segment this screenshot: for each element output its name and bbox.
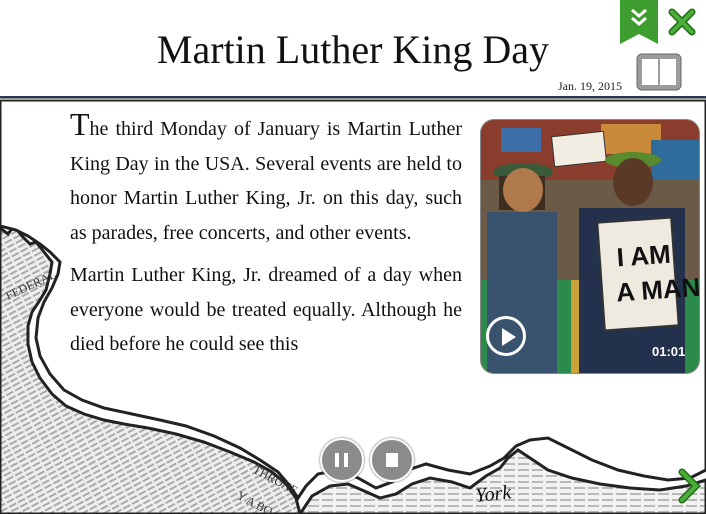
book-view-button[interactable] bbox=[636, 53, 682, 91]
pause-bar bbox=[344, 453, 348, 467]
close-icon bbox=[668, 8, 696, 36]
play-icon bbox=[502, 328, 516, 346]
article-date: Jan. 19, 2015 bbox=[558, 79, 622, 93]
header-divider-thin bbox=[0, 99, 706, 100]
pause-button[interactable] bbox=[320, 438, 364, 482]
pause-bar bbox=[335, 453, 339, 467]
video-duration: 01:01 bbox=[652, 344, 686, 359]
drop-cap: T bbox=[70, 106, 90, 142]
paragraph-text: he third Monday of January is Martin Lut… bbox=[70, 118, 462, 244]
stop-button[interactable] bbox=[370, 438, 414, 482]
chevron-right-icon bbox=[678, 468, 701, 504]
page-title: Martin Luther King Day bbox=[156, 27, 550, 72]
article-body: The third Monday of January is Martin Lu… bbox=[70, 108, 462, 370]
header: Martin Luther King Day Jan. 19, 2015 bbox=[0, 0, 706, 100]
next-page-button[interactable] bbox=[676, 464, 702, 508]
double-chevron-down-icon bbox=[620, 0, 658, 44]
play-button[interactable] bbox=[486, 316, 526, 356]
svg-text:I AM: I AM bbox=[616, 239, 672, 273]
paragraph: Martin Luther King, Jr. dreamed of a day… bbox=[70, 264, 462, 355]
paragraph: The third Monday of January is Martin Lu… bbox=[70, 108, 462, 250]
header-divider bbox=[0, 96, 706, 98]
stop-icon bbox=[386, 453, 398, 467]
close-button[interactable] bbox=[666, 6, 698, 38]
newspaper-fragment-text: York bbox=[474, 481, 513, 507]
svg-text:A MAN: A MAN bbox=[615, 272, 699, 308]
bookmark-ribbon-button[interactable] bbox=[620, 0, 658, 44]
book-icon bbox=[636, 53, 682, 91]
